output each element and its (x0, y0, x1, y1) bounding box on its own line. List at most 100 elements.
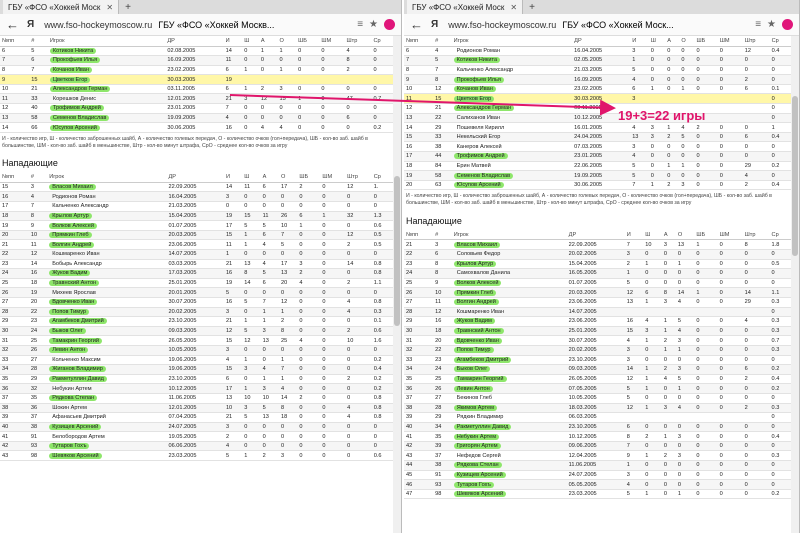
player-link[interactable]: Семенов Владислав (49, 114, 110, 121)
scrollbar[interactable] (393, 36, 401, 533)
star-icon[interactable]: ★ (369, 19, 378, 30)
player-link[interactable]: Шокин Артем (49, 405, 90, 411)
player-link[interactable]: Григорян Артем (453, 443, 501, 450)
player-link[interactable]: Рядкова Стелан (49, 395, 98, 402)
player-link[interactable]: Кольченко Максим (49, 357, 103, 363)
scrollbar-thumb[interactable] (792, 96, 798, 256)
new-tab-button[interactable]: + (125, 2, 131, 13)
extension-icon[interactable] (384, 19, 395, 30)
player-link[interactable]: Кальченко Александр (454, 67, 516, 73)
player-link[interactable]: Родионов Роман (49, 194, 98, 200)
player-link[interactable]: Крылов Артур (453, 260, 497, 267)
player-link[interactable]: Александров Герман (49, 86, 111, 93)
hamburger-icon[interactable]: ≡ (357, 19, 363, 30)
player-link[interactable]: Бобырь Александр (49, 261, 105, 267)
player-link[interactable]: Попов Тимур (453, 347, 494, 354)
star-icon[interactable]: ★ (767, 19, 776, 30)
player-link[interactable]: Левин Антон (49, 347, 89, 354)
player-link[interactable]: Жуков Вадим (453, 318, 495, 325)
close-icon[interactable]: ✕ (106, 3, 113, 12)
player-link[interactable]: Вдовченко Иван (49, 299, 98, 306)
player-link[interactable]: Небукин Артем (49, 386, 94, 392)
url-field[interactable]: www.fso-hockeymoscow.ru ГБУ «ФСО «Хоккей … (44, 20, 351, 30)
scrollbar[interactable] (791, 36, 799, 533)
player-link[interactable]: Власов Михаил (49, 184, 96, 191)
player-link[interactable]: Родионов Роман (454, 48, 503, 54)
player-link[interactable]: Волгин Андрей (453, 299, 499, 306)
player-link[interactable]: Волков Алексей (453, 280, 502, 287)
player-link[interactable]: Белобородов Артем (49, 434, 108, 440)
player-link[interactable]: Рядкова Стелан (453, 462, 502, 469)
player-link[interactable]: Тутаров Гохъ (453, 481, 494, 488)
player-link[interactable]: Жиганов Владимир (49, 366, 106, 373)
player-link[interactable]: Афанасьев Дмитрий (49, 414, 109, 420)
player-link[interactable]: Котиков Никита (49, 47, 97, 54)
player-link[interactable]: Кошмаренко Иван (454, 309, 507, 315)
player-link[interactable]: Вдовченко Иван (453, 337, 502, 344)
player-link[interactable]: Михеев Ярослав (49, 290, 99, 296)
new-tab-button[interactable]: + (529, 2, 535, 13)
player-link[interactable]: Соловьев Федор (454, 251, 504, 257)
arrow-left-icon[interactable]: ← (6, 17, 19, 32)
player-link[interactable]: Нефедов Сергей (454, 453, 504, 459)
player-link[interactable]: Травнский Антон (453, 328, 504, 335)
player-link[interactable]: Пошевеля Кирилл (454, 125, 508, 131)
player-link[interactable]: Быков Олег (49, 328, 86, 335)
player-link[interactable]: Прокофьев Илья (453, 76, 504, 83)
player-link[interactable]: Самохвалов Данила (454, 270, 513, 276)
player-link[interactable]: Прямкин Глеб (453, 289, 497, 296)
player-link[interactable]: Агамбеков Дмитрий (49, 318, 107, 325)
player-link[interactable]: Волков Алексей (49, 222, 97, 229)
player-link[interactable]: Кузищев Арсений (49, 423, 102, 430)
player-link[interactable]: Кузищев Арсений (453, 471, 506, 478)
player-link[interactable]: Шевяков Арсений (453, 491, 507, 498)
player-link[interactable]: Ерин Матвей (454, 163, 494, 169)
player-link[interactable]: Цветков Егор (49, 76, 91, 83)
player-link[interactable]: Кошмаренко Иван (49, 251, 102, 257)
player-link[interactable]: Попов Тимур (49, 308, 90, 315)
player-link[interactable]: Прокофьев Илья (49, 57, 101, 64)
player-link[interactable]: Крылов Артур (49, 212, 92, 219)
player-link[interactable]: Небукин Артем (453, 433, 500, 440)
player-link[interactable]: Бекинов Глеб (454, 395, 495, 401)
player-link[interactable]: Кальченко Александр (49, 203, 111, 209)
player-link[interactable]: Ракметуллин Давид (49, 376, 107, 383)
player-link[interactable]: Котиков Никита (453, 57, 501, 64)
player-link[interactable]: Юсупов Арсений (49, 124, 100, 131)
player-link[interactable]: Трофимов Андрей (453, 153, 508, 160)
player-link[interactable]: Юсупов Арсений (453, 182, 504, 189)
url-field[interactable]: www.fso-hockeymoscow.ru ГБУ «ФСО «Хоккей … (448, 20, 749, 30)
player-link[interactable]: Трофимов Андрей (49, 105, 104, 112)
player-link[interactable]: Якимов Артем (453, 404, 497, 411)
browser-tab[interactable]: ГБУ «ФСО «Хоккей Моск ✕ (407, 0, 524, 14)
player-link[interactable]: Левин Антон (453, 385, 493, 392)
player-link[interactable]: Агамбеков Дмитрий (453, 356, 512, 363)
player-link[interactable]: Тамакрин Георгий (453, 376, 507, 383)
player-link[interactable]: Корешков Денис (50, 96, 99, 102)
player-link[interactable]: Ракметуллин Давид (453, 423, 512, 430)
player-link[interactable]: Травнский Антон (49, 280, 100, 287)
player-link[interactable]: Прямкин Глеб (49, 232, 92, 239)
arrow-left-icon[interactable]: ← (410, 17, 423, 32)
player-link[interactable]: Кочанов Иван (453, 86, 496, 93)
player-link[interactable]: Власов Михаил (453, 241, 501, 248)
player-link[interactable]: Волгин Андрей (49, 241, 95, 248)
player-link[interactable]: Салиханов Иван (454, 115, 503, 121)
player-link[interactable]: Тутаров Гохъ (49, 443, 90, 450)
player-link[interactable]: Рядкин Владимир (454, 414, 507, 420)
player-link[interactable]: Канеров Алексей (454, 144, 505, 150)
player-link[interactable]: Цветков Егор (453, 95, 495, 102)
player-link[interactable]: Семенов Владислав (453, 172, 514, 179)
player-link[interactable]: Шевяков Арсений (49, 452, 102, 459)
player-link[interactable]: Тамакрин Георгий (49, 337, 103, 344)
player-link[interactable]: Кочанов Иван (49, 66, 92, 73)
browser-tab[interactable]: ГБУ «ФСО «Хоккей Моск ✕ (3, 0, 120, 14)
hamburger-icon[interactable]: ≡ (755, 19, 761, 30)
yandex-logo[interactable]: Я (431, 19, 438, 30)
extension-icon[interactable] (782, 19, 793, 30)
player-link[interactable]: Александров Герман (453, 105, 515, 112)
player-link[interactable]: Некельский Егор (454, 134, 504, 140)
player-link[interactable]: Быков Олег (453, 366, 491, 373)
player-link[interactable]: Жуков Вадим (49, 270, 91, 277)
scrollbar-thumb[interactable] (394, 176, 400, 326)
